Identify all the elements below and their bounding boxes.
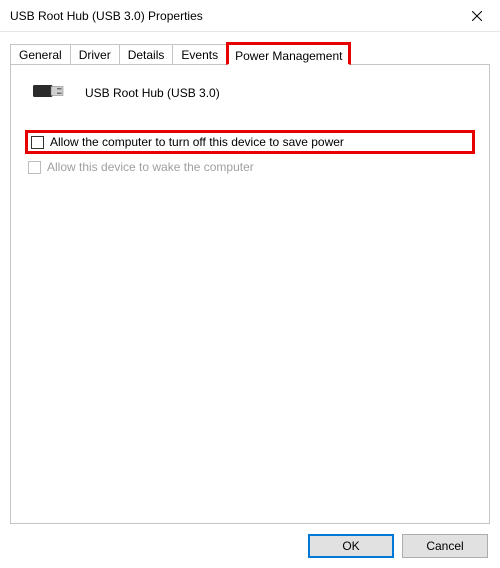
tab-panel: USB Root Hub (USB 3.0) Allow the compute… <box>10 64 490 524</box>
checkbox-icon <box>31 136 44 149</box>
tab-details[interactable]: Details <box>119 44 174 65</box>
device-header: USB Root Hub (USB 3.0) <box>33 79 475 106</box>
option-allow-wake: Allow this device to wake the computer <box>25 158 475 176</box>
dialog-buttons: OK Cancel <box>10 524 490 558</box>
option-allow-turn-off[interactable]: Allow the computer to turn off this devi… <box>25 130 475 154</box>
option-allow-turn-off-label: Allow the computer to turn off this devi… <box>50 135 344 149</box>
titlebar: USB Root Hub (USB 3.0) Properties <box>0 0 500 32</box>
close-icon <box>472 11 482 21</box>
checkbox-icon <box>28 161 41 174</box>
option-allow-wake-label: Allow this device to wake the computer <box>47 160 254 174</box>
window-title: USB Root Hub (USB 3.0) Properties <box>10 9 454 23</box>
tab-events[interactable]: Events <box>172 44 227 65</box>
tab-driver[interactable]: Driver <box>70 44 120 65</box>
cancel-button[interactable]: Cancel <box>402 534 488 558</box>
tab-general[interactable]: General <box>10 44 71 65</box>
close-button[interactable] <box>454 0 500 32</box>
ok-button[interactable]: OK <box>308 534 394 558</box>
tabs-row: General Driver Details Events Power Mana… <box>10 40 490 64</box>
usb-plug-icon <box>33 79 69 106</box>
device-name: USB Root Hub (USB 3.0) <box>85 86 220 100</box>
tab-power-management[interactable]: Power Management <box>226 42 351 65</box>
window-content: General Driver Details Events Power Mana… <box>0 32 500 568</box>
